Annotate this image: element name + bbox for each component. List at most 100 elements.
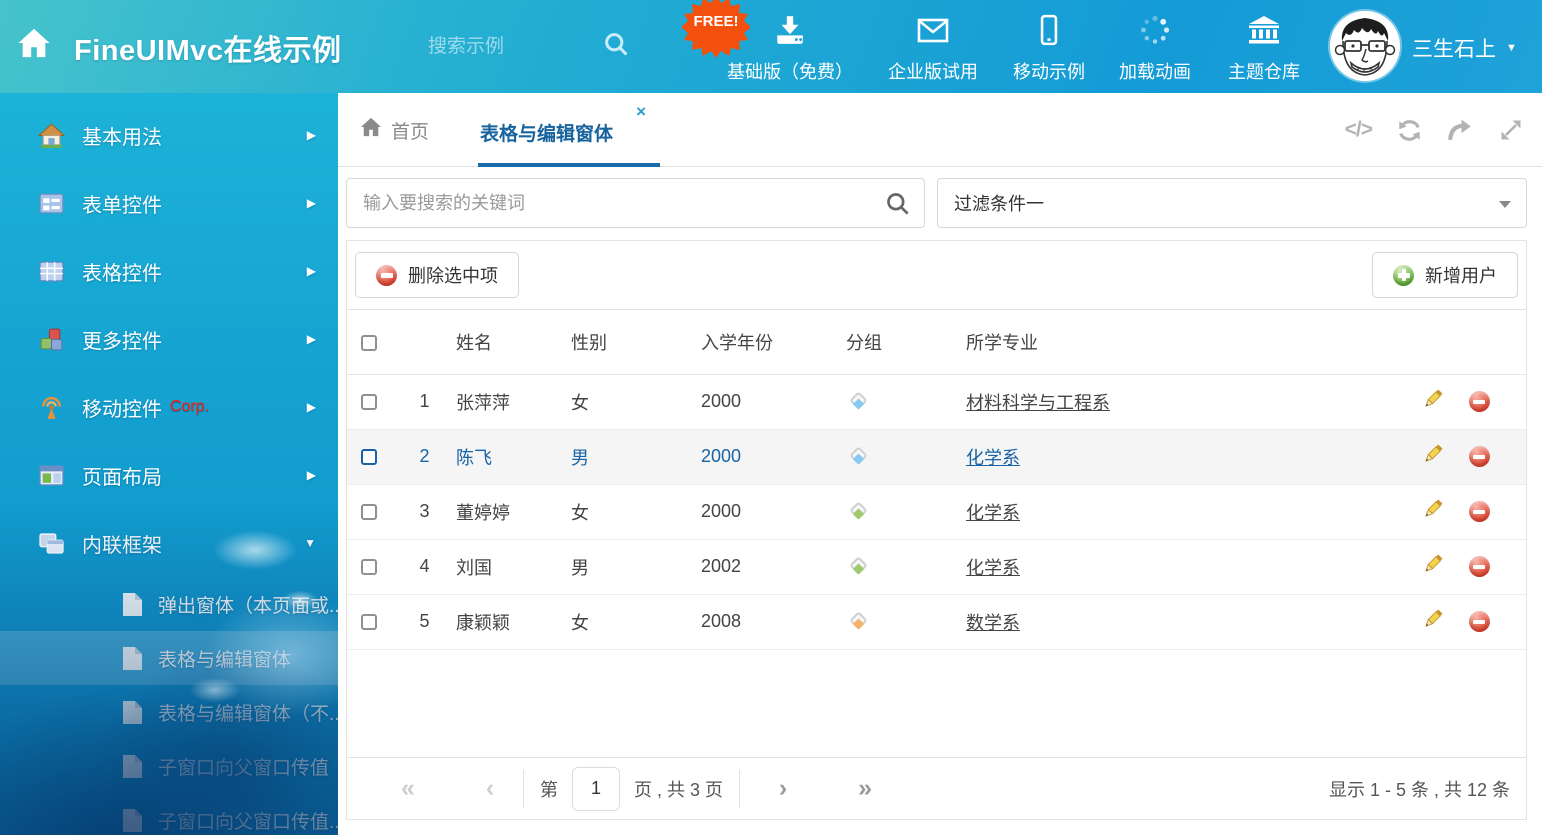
bank-icon: [1246, 14, 1282, 51]
header-action-theme-store[interactable]: 主题仓库: [1228, 14, 1300, 84]
app-window: FineUIMvc在线示例 FREE! 基础版（免费）: [0, 0, 1542, 835]
user-menu[interactable]: 三生石上 ▼: [1412, 33, 1517, 63]
edit-icon[interactable]: [1421, 615, 1445, 635]
header-action-basic-edition[interactable]: 基础版（免费）: [727, 14, 853, 84]
row-checkbox[interactable]: [361, 449, 377, 465]
cell-name: 董婷婷: [456, 484, 571, 539]
cell-gender: 男: [571, 429, 701, 484]
major-link[interactable]: 化学系: [966, 448, 1020, 468]
cell-year: 2000: [701, 374, 846, 429]
tag-icon: [849, 501, 867, 519]
header-action-mobile-demo[interactable]: 移动示例: [1013, 14, 1085, 84]
row-checkbox[interactable]: [361, 394, 377, 410]
source-code-icon[interactable]: </>: [1345, 118, 1372, 142]
sidebar-item-mobile-controls[interactable]: 移动控件 Corp. ▶: [0, 373, 338, 441]
next-page-button[interactable]: ›: [766, 776, 800, 801]
header-action-label: 企业版试用: [888, 58, 978, 84]
share-icon[interactable]: [1447, 117, 1474, 144]
header-search-input[interactable]: [428, 30, 588, 64]
last-page-button[interactable]: »: [848, 776, 882, 801]
page-number-input[interactable]: [572, 767, 620, 811]
sidebar-item-page-layout[interactable]: 页面布局 ▶: [0, 441, 338, 509]
chevron-down-icon: ▼: [304, 536, 316, 550]
header-action-label: 加载动画: [1119, 58, 1191, 84]
submenu-item-label: 弹出窗体（本页面或...: [158, 591, 338, 618]
table-row[interactable]: 3 董婷婷 女 2000 化学系: [347, 484, 1526, 539]
delete-icon[interactable]: [1469, 391, 1490, 412]
delete-icon[interactable]: [1469, 501, 1490, 522]
edit-icon[interactable]: [1421, 560, 1445, 580]
cell-year: 2000: [701, 429, 846, 484]
header-action-loading-animation[interactable]: 加载动画: [1119, 14, 1191, 84]
prev-page-button[interactable]: ‹: [473, 776, 507, 801]
column-header-group[interactable]: 分组: [846, 310, 966, 374]
submenu-item-popup-window[interactable]: 弹出窗体（本页面或...: [0, 577, 338, 631]
sidebar-item-inline-frames[interactable]: 内联框架 ▼: [0, 509, 338, 577]
row-checkbox[interactable]: [361, 504, 377, 520]
delete-icon[interactable]: [1469, 446, 1490, 467]
column-header-year[interactable]: 入学年份: [701, 310, 846, 374]
first-page-button[interactable]: «: [391, 776, 425, 801]
sidebar: 基本用法 ▶ 表单控件 ▶: [0, 93, 338, 835]
tab-home[interactable]: 首页: [360, 93, 429, 167]
submenu-item-label: 表格与编辑窗体: [158, 645, 291, 672]
expand-icon[interactable]: [1498, 117, 1524, 143]
chevron-right-icon: ▶: [307, 196, 316, 210]
header-action-enterprise-trial[interactable]: 企业版试用: [888, 14, 978, 84]
chevron-down-icon: [1499, 201, 1511, 208]
record-summary: 显示 1 - 5 条 , 共 12 条: [1329, 776, 1510, 802]
search-icon[interactable]: [884, 190, 911, 222]
filter-dropdown[interactable]: 过滤条件一: [937, 178, 1527, 228]
column-header-gender[interactable]: 性别: [571, 310, 701, 374]
pager-divider: [523, 770, 524, 808]
sidebar-item-grid-controls[interactable]: 表格控件 ▶: [0, 237, 338, 305]
cell-name: 康颖颖: [456, 594, 571, 649]
table-row[interactable]: 4 刘国 男 2002 化学系: [347, 539, 1526, 594]
home-icon: [360, 117, 382, 143]
submenu-item-grid-edit-window[interactable]: 表格与编辑窗体: [0, 631, 338, 685]
select-all-checkbox[interactable]: [361, 335, 377, 351]
sidebar-item-form-controls[interactable]: 表单控件 ▶: [0, 169, 338, 237]
close-icon[interactable]: ×: [636, 102, 646, 122]
major-link[interactable]: 化学系: [966, 503, 1020, 523]
delete-icon[interactable]: [1469, 556, 1490, 577]
sidebar-item-basic-usage[interactable]: 基本用法 ▶: [0, 101, 338, 169]
sidebar-item-label: 移动控件: [82, 393, 162, 422]
spinner-icon: [1139, 14, 1171, 51]
add-user-button[interactable]: 新增用户: [1372, 252, 1518, 298]
table-row[interactable]: 5 康颖颖 女 2008 数学系: [347, 594, 1526, 649]
major-link[interactable]: 数学系: [966, 613, 1020, 633]
submenu-item-child-to-parent-2[interactable]: 子窗口向父窗口传值...: [0, 793, 338, 835]
pager-divider: [739, 770, 740, 808]
row-checkbox[interactable]: [361, 614, 377, 630]
major-link[interactable]: 化学系: [966, 558, 1020, 578]
column-header-major[interactable]: 所学专业: [966, 310, 1410, 374]
delete-selected-button[interactable]: 删除选中项: [355, 252, 519, 298]
table-row-selected[interactable]: 2 陈飞 男 2000 化学系: [347, 429, 1526, 484]
delete-icon[interactable]: [1469, 611, 1490, 632]
sidebar-submenu: 弹出窗体（本页面或... 表格与编辑窗体 表格与编辑窗体（不...: [0, 577, 338, 835]
tab-grid-edit-window[interactable]: 表格与编辑窗体 ×: [478, 93, 660, 167]
submenu-item-grid-edit-window-2[interactable]: 表格与编辑窗体（不...: [0, 685, 338, 739]
keyword-search-input[interactable]: [347, 179, 924, 227]
page-suffix: 页 , 共 3 页: [634, 776, 723, 802]
table-header-row: 姓名 性别 入学年份 分组 所学专业: [347, 310, 1526, 374]
edit-icon[interactable]: [1421, 450, 1445, 470]
cell-gender: 男: [571, 539, 701, 594]
sidebar-item-label: 更多控件: [82, 325, 162, 354]
refresh-icon[interactable]: [1396, 117, 1423, 144]
major-link[interactable]: 材料科学与工程系: [966, 393, 1110, 413]
row-checkbox[interactable]: [361, 559, 377, 575]
edit-icon[interactable]: [1421, 395, 1445, 415]
user-avatar[interactable]: [1330, 11, 1400, 81]
house-icon: [38, 122, 65, 149]
search-icon[interactable]: [602, 30, 630, 63]
home-icon[interactable]: [16, 26, 52, 65]
cell-gender: 女: [571, 374, 701, 429]
file-icon: [122, 592, 143, 617]
table-row[interactable]: 1 张萍萍 女 2000 材料科学与工程系: [347, 374, 1526, 429]
sidebar-item-more-controls[interactable]: 更多控件 ▶: [0, 305, 338, 373]
edit-icon[interactable]: [1421, 505, 1445, 525]
column-header-name[interactable]: 姓名: [456, 310, 571, 374]
submenu-item-child-to-parent[interactable]: 子窗口向父窗口传值: [0, 739, 338, 793]
